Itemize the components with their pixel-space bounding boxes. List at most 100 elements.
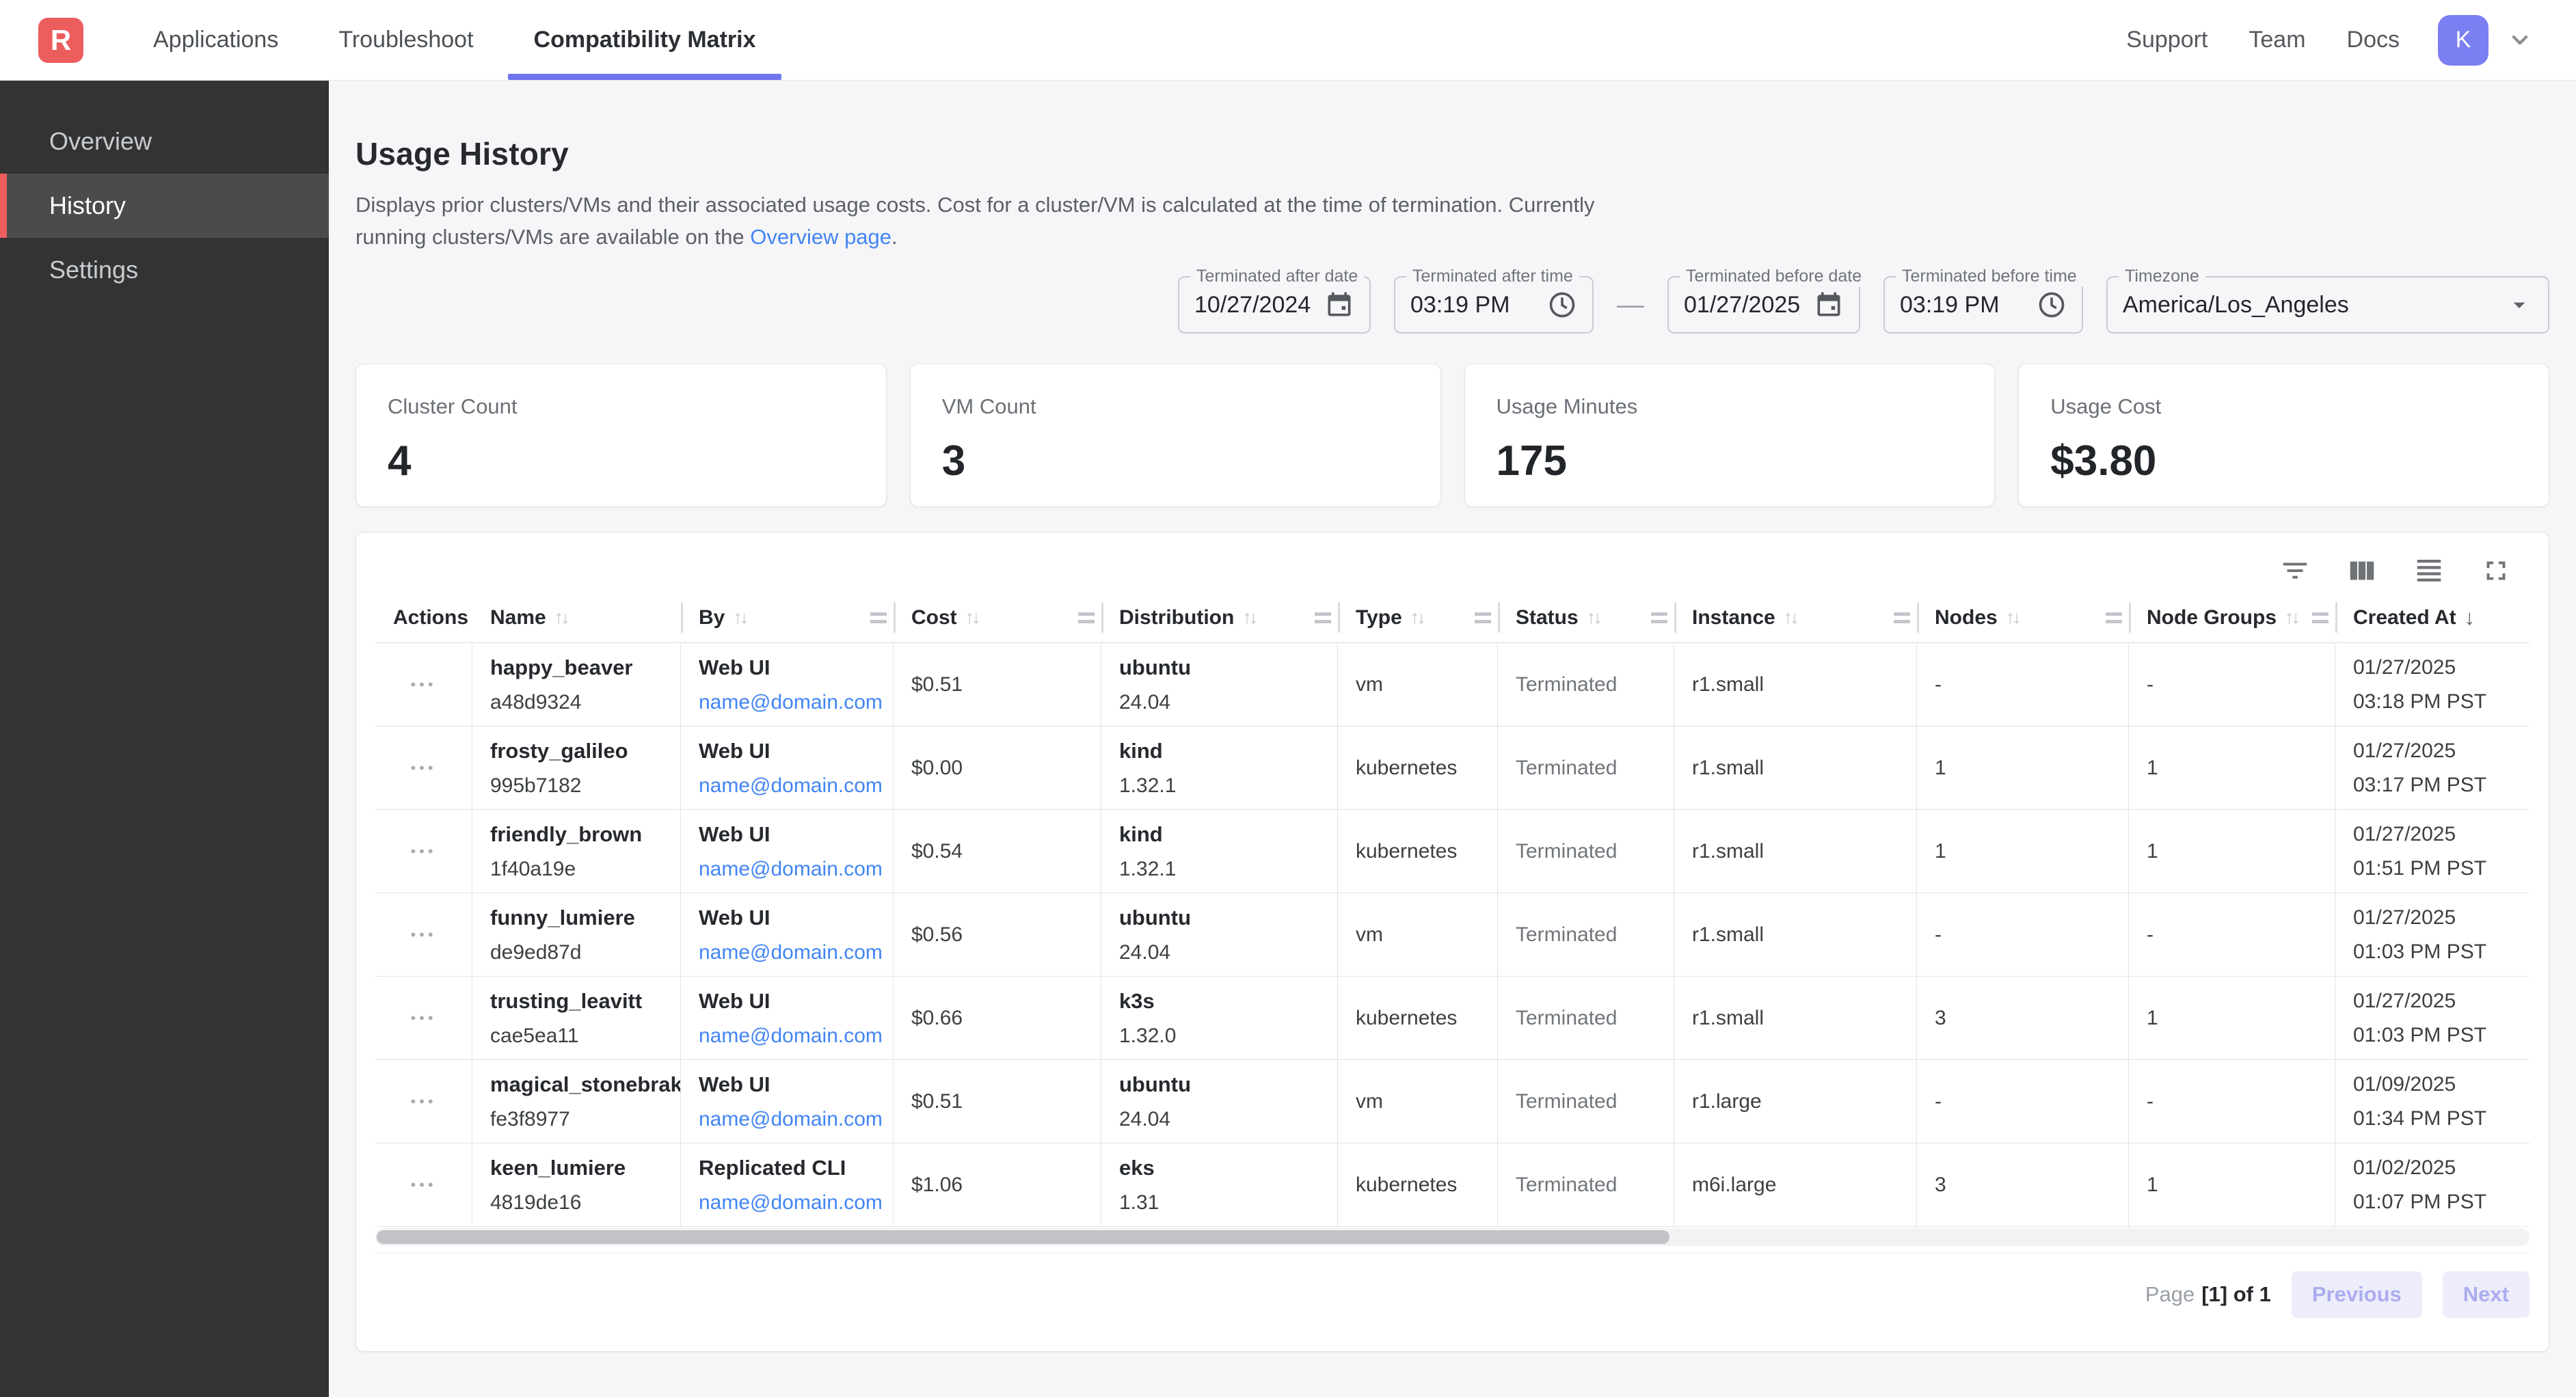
stat-value: 4 bbox=[388, 437, 855, 485]
clock-icon[interactable] bbox=[2037, 290, 2067, 320]
overview-page-link[interactable]: Overview page bbox=[750, 225, 891, 249]
distribution-cell: k3s 1.32.0 bbox=[1101, 977, 1338, 1059]
row-actions-icon[interactable]: ••• bbox=[410, 1176, 436, 1194]
nav-tab[interactable]: Support bbox=[2106, 27, 2228, 53]
created-time: 01:34 PM PST bbox=[2353, 1107, 2530, 1130]
density-icon[interactable] bbox=[2413, 555, 2445, 586]
row-actions-icon[interactable]: ••• bbox=[410, 1009, 436, 1027]
terminated-after-date-field[interactable]: Terminated after date 10/27/2024 bbox=[1178, 276, 1371, 334]
column-header-label: Node Groups bbox=[2147, 606, 2277, 629]
cluster-name: happy_beaver bbox=[490, 655, 680, 680]
cost-cell: $0.56 bbox=[894, 893, 1101, 976]
by-email-link[interactable]: name@domain.com bbox=[699, 1025, 893, 1048]
column-header[interactable]: Cost ↑↓ bbox=[894, 593, 1101, 642]
instance-cell: m6i.large bbox=[1674, 1143, 1917, 1226]
row-actions-icon[interactable]: ••• bbox=[410, 676, 436, 694]
previous-page-button[interactable]: Previous bbox=[2292, 1271, 2422, 1318]
nav-tab[interactable]: Troubleshoot bbox=[308, 0, 503, 80]
column-resize-handle-icon[interactable] bbox=[1315, 612, 1331, 623]
column-header-label: Status bbox=[1516, 606, 1579, 629]
column-resize-handle-icon[interactable] bbox=[1078, 612, 1095, 623]
by-email-link[interactable]: name@domain.com bbox=[699, 1191, 893, 1215]
column-header[interactable]: Distribution ↑↓ bbox=[1101, 593, 1338, 642]
by-email-link[interactable]: name@domain.com bbox=[699, 858, 893, 881]
sort-icon[interactable]: ↑↓ bbox=[554, 607, 567, 628]
user-avatar[interactable]: K bbox=[2438, 15, 2488, 66]
column-resize-handle-icon[interactable] bbox=[1651, 612, 1667, 623]
column-resize-handle-icon[interactable] bbox=[2312, 612, 2329, 623]
chevron-down-icon[interactable] bbox=[2506, 27, 2534, 54]
sort-icon[interactable]: ↓ bbox=[2465, 606, 2476, 630]
nav-tab[interactable]: Team bbox=[2228, 27, 2326, 53]
row-actions-icon[interactable]: ••• bbox=[410, 843, 436, 860]
distribution-version: 1.32.1 bbox=[1119, 858, 1337, 881]
by-email-link[interactable]: name@domain.com bbox=[699, 691, 893, 714]
sidebar-item[interactable]: Overview bbox=[0, 109, 329, 174]
sidebar-item[interactable]: Settings bbox=[0, 238, 329, 302]
sort-icon[interactable]: ↑↓ bbox=[965, 607, 978, 628]
table-body: ••• happy_beaver a48d9324 Web UI name@do… bbox=[375, 643, 2530, 1227]
created-at-cell: 01/27/2025 01:51 PM PST bbox=[2335, 810, 2530, 893]
fullscreen-icon[interactable] bbox=[2480, 555, 2512, 586]
column-header[interactable]: Node Groups ↑↓ bbox=[2129, 593, 2335, 642]
nav-tab[interactable]: Compatibility Matrix bbox=[504, 0, 786, 80]
column-header-label: Distribution bbox=[1119, 606, 1234, 629]
actions-cell: ••• bbox=[375, 977, 472, 1059]
column-resize-handle-icon[interactable] bbox=[2106, 612, 2122, 623]
calendar-icon[interactable] bbox=[1814, 290, 1844, 320]
column-header[interactable]: Created At ↓ bbox=[2335, 593, 2530, 642]
sidebar-item-label: Settings bbox=[49, 256, 138, 284]
column-header[interactable]: Name ↑↓ bbox=[472, 593, 681, 642]
columns-icon[interactable] bbox=[2346, 555, 2378, 586]
column-header[interactable]: Actions bbox=[375, 593, 472, 642]
column-resize-handle-icon[interactable] bbox=[1475, 612, 1491, 623]
clock-icon[interactable] bbox=[1547, 290, 1577, 320]
next-page-button[interactable]: Next bbox=[2443, 1271, 2530, 1318]
nav-tab[interactable]: Docs bbox=[2326, 27, 2420, 53]
scrollbar-thumb[interactable] bbox=[377, 1230, 1669, 1244]
type-cell: kubernetes bbox=[1338, 727, 1498, 809]
column-header[interactable]: Status ↑↓ bbox=[1498, 593, 1674, 642]
row-actions-icon[interactable]: ••• bbox=[410, 1093, 436, 1111]
sort-icon[interactable]: ↑↓ bbox=[2285, 607, 2298, 628]
terminated-before-date-field[interactable]: Terminated before date 01/27/2025 bbox=[1667, 276, 1860, 334]
table-row: ••• happy_beaver a48d9324 Web UI name@do… bbox=[375, 643, 2530, 727]
terminated-after-time-field[interactable]: Terminated after time 03:19 PM bbox=[1394, 276, 1594, 334]
sort-icon[interactable]: ↑↓ bbox=[1410, 607, 1423, 628]
column-header[interactable]: Type ↑↓ bbox=[1338, 593, 1498, 642]
terminated-before-time-field[interactable]: Terminated before time 03:19 PM bbox=[1883, 276, 2083, 334]
by-email-link[interactable]: name@domain.com bbox=[699, 1108, 893, 1131]
by-email-link[interactable]: name@domain.com bbox=[699, 941, 893, 964]
sort-icon[interactable]: ↑↓ bbox=[2006, 607, 2019, 628]
nav-tab[interactable]: Applications bbox=[123, 0, 308, 80]
created-time: 03:18 PM PST bbox=[2353, 690, 2530, 714]
by-email-link[interactable]: name@domain.com bbox=[699, 774, 893, 798]
table-row: ••• frosty_galileo 995b7182 Web UI name@… bbox=[375, 727, 2530, 810]
column-resize-handle-icon[interactable] bbox=[1894, 612, 1910, 623]
row-actions-icon[interactable]: ••• bbox=[410, 759, 436, 777]
sort-icon[interactable]: ↑↓ bbox=[733, 607, 746, 628]
row-actions-icon[interactable]: ••• bbox=[410, 926, 436, 944]
sidebar-item[interactable]: History bbox=[0, 174, 329, 238]
timezone-select[interactable]: Timezone America/Los_Angeles bbox=[2106, 276, 2549, 334]
column-resize-handle-icon[interactable] bbox=[870, 612, 887, 623]
nav-tab-label: Docs bbox=[2347, 27, 2400, 53]
replicated-logo[interactable]: R bbox=[38, 18, 83, 63]
calendar-icon[interactable] bbox=[1324, 290, 1354, 320]
column-header[interactable]: Nodes ↑↓ bbox=[1917, 593, 2129, 642]
horizontal-scrollbar[interactable] bbox=[375, 1228, 2530, 1246]
filter-icon[interactable] bbox=[2279, 555, 2311, 586]
sort-icon[interactable]: ↑↓ bbox=[1784, 607, 1797, 628]
table-header-row: Actions Name ↑↓ By ↑↓ Cost ↑↓ Distributi… bbox=[375, 593, 2530, 643]
created-at-cell: 01/27/2025 03:18 PM PST bbox=[2335, 643, 2530, 726]
column-header[interactable]: By ↑↓ bbox=[681, 593, 894, 642]
column-header[interactable]: Instance ↑↓ bbox=[1674, 593, 1917, 642]
sort-icon[interactable]: ↑↓ bbox=[1587, 607, 1600, 628]
instance-cell: r1.small bbox=[1674, 643, 1917, 726]
page-info: Page[1] of 1 bbox=[2145, 1282, 2271, 1307]
stat-value: 3 bbox=[942, 437, 1409, 485]
sort-icon[interactable]: ↑↓ bbox=[1242, 607, 1255, 628]
type-cell: vm bbox=[1338, 643, 1498, 726]
stat-label: Cluster Count bbox=[388, 394, 855, 419]
created-at-cell: 01/27/2025 03:17 PM PST bbox=[2335, 727, 2530, 809]
